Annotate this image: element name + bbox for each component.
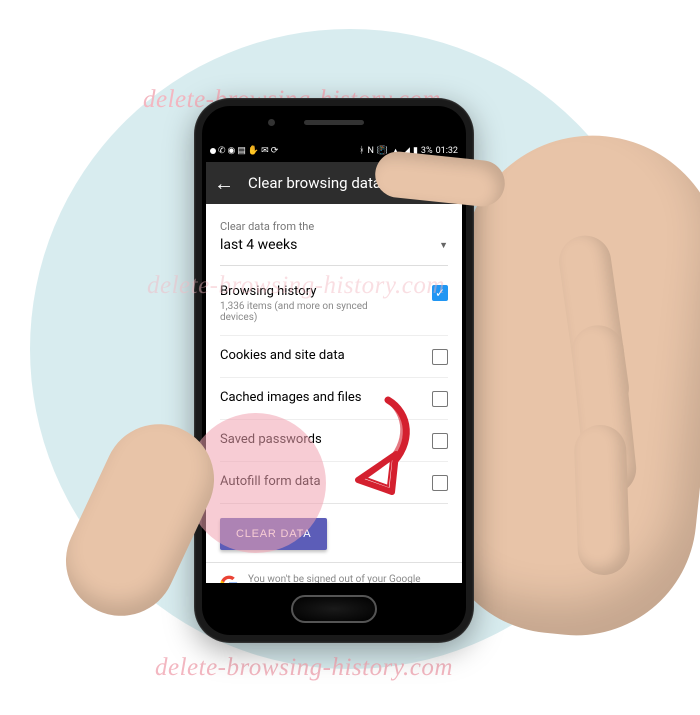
sync-icon: ⟳ (271, 146, 279, 156)
option-browsing-history[interactable]: Browsing history 1,336 items (and more o… (220, 272, 448, 336)
nfc-icon: N (367, 146, 373, 156)
option-autofill[interactable]: Autofill form data (220, 462, 448, 504)
opt-title: Autofill form data (220, 474, 321, 489)
checkbox-autofill[interactable] (432, 475, 448, 491)
bluetooth-icon: ᚼ (359, 146, 364, 156)
phone-speaker (304, 120, 364, 125)
option-passwords[interactable]: Saved passwords (220, 420, 448, 462)
whatsapp-icon: ✆ (218, 146, 226, 156)
google-logo-icon (220, 575, 238, 583)
checkbox-cached[interactable] (432, 391, 448, 407)
option-cookies[interactable]: Cookies and site data (220, 336, 448, 378)
hand-icon: ✋ (248, 146, 259, 156)
chevron-down-icon: ▼ (439, 240, 448, 251)
notification-dot-icon (210, 148, 216, 154)
opt-title: Saved passwords (220, 432, 322, 447)
clear-data-button[interactable]: CLEAR DATA (220, 518, 327, 550)
timeframe-value: last 4 weeks (220, 237, 297, 253)
clock: 01:32 (436, 146, 458, 156)
checkbox-browsing-history[interactable]: ✓ (432, 285, 448, 301)
opt-title: Cached images and files (220, 390, 361, 405)
checkbox-passwords[interactable] (432, 433, 448, 449)
google-signin-note: You won't be signed out of your Google a… (206, 563, 462, 583)
checkbox-cookies[interactable] (432, 349, 448, 365)
signin-text: You won't be signed out of your Google a… (248, 573, 448, 583)
split-icon: ▤ (237, 146, 246, 156)
home-button[interactable] (291, 595, 377, 623)
option-cached[interactable]: Cached images and files (220, 378, 448, 420)
back-arrow-icon[interactable]: ← (214, 171, 234, 196)
mail-icon: ✉ (261, 146, 269, 156)
phone-sensor (268, 119, 275, 126)
messenger-icon: ◉ (228, 146, 236, 156)
phone-screen: ✆ ◉ ▤ ✋ ✉ ⟳ ᚼ N 📳 ▲ ◢ ▮ 3% 01:32 (206, 140, 462, 583)
opt-sub: 1,336 items (and more on synced devices) (220, 301, 400, 323)
opt-title: Browsing history (220, 284, 400, 299)
timeframe-dropdown[interactable]: last 4 weeks ▼ (220, 233, 448, 266)
opt-title: Cookies and site data (220, 348, 345, 363)
timeframe-label: Clear data from the (220, 220, 448, 233)
